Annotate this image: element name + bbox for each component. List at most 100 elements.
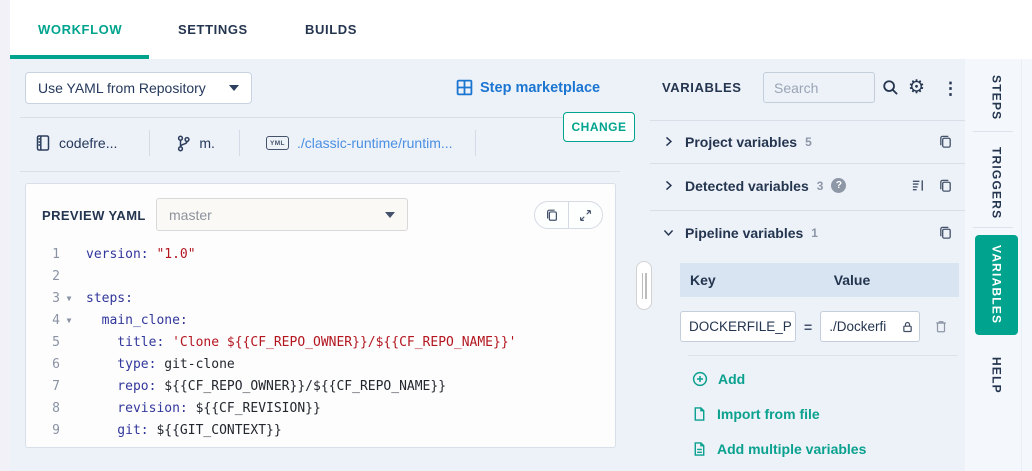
yaml-code-editor: 1version: "1.0" 2 3▼steps: 4▼ main_clone…	[26, 244, 615, 442]
fold-arrow-icon[interactable]	[60, 354, 78, 376]
lock-icon[interactable]	[901, 320, 914, 334]
yaml-source-dropdown[interactable]: Use YAML from Repository	[25, 72, 252, 104]
variable-row: =	[680, 311, 963, 342]
variable-value-input[interactable]	[821, 319, 901, 334]
copy-yaml-button[interactable]	[535, 202, 568, 228]
code-line: 4▼ main_clone:	[26, 310, 615, 332]
import-from-file-button[interactable]: Import from file	[692, 406, 820, 422]
code-key: git:	[86, 423, 149, 438]
code-line: 8 revision: ${{CF_REVISION}}	[26, 398, 615, 420]
separator	[239, 130, 240, 156]
panel-resize-handle[interactable]	[636, 261, 652, 310]
fold-arrow-icon[interactable]	[60, 376, 78, 398]
search-icon[interactable]	[882, 79, 899, 96]
fold-arrow-icon[interactable]: ▼	[60, 288, 78, 310]
add-variable-button[interactable]: Add	[692, 371, 745, 387]
code-line: 5 title: 'Clone ${{CF_REPO_OWNER}}/${{CF…	[26, 332, 615, 354]
variables-table-header: Key Value	[680, 263, 959, 297]
caret-down-icon	[229, 85, 239, 91]
branch-selector[interactable]: master	[156, 198, 408, 231]
side-tab-triggers[interactable]: TRIGGERS	[975, 145, 1018, 221]
copy-icon[interactable]	[938, 225, 953, 240]
expand-yaml-button[interactable]	[568, 202, 602, 228]
code-value: ${{CF_REPO_OWNER}}/${{CF_REPO_NAME}}	[156, 379, 446, 394]
value-column-header: Value	[834, 272, 871, 288]
section-label: Project variables	[685, 134, 797, 150]
divider	[1021, 59, 1022, 471]
line-number: 9	[26, 420, 60, 442]
code-key: steps:	[86, 291, 133, 306]
code-string: "1.0"	[149, 247, 196, 262]
help-icon[interactable]: ?	[831, 178, 846, 193]
repo-name[interactable]: codefre...	[59, 135, 117, 151]
gear-icon[interactable]: ⚙	[908, 78, 925, 97]
add-multiple-variables-button[interactable]: Add multiple variables	[692, 441, 866, 457]
separator	[149, 130, 150, 156]
variable-value-field[interactable]	[820, 311, 920, 342]
line-number: 4	[26, 310, 60, 332]
section-count: 3	[817, 179, 824, 193]
repo-info-bar: codefre... m. YML ./classic-runtime/runt…	[25, 124, 615, 162]
git-branch-icon	[176, 135, 191, 152]
marketplace-grid-icon	[456, 79, 473, 96]
branch-name[interactable]: m.	[199, 135, 215, 151]
step-marketplace-link[interactable]: Step marketplace	[456, 79, 600, 96]
active-tab-underline	[10, 55, 149, 59]
top-tab-bar: WORKFLOW SETTINGS BUILDS	[10, 0, 1032, 59]
line-number: 3	[26, 288, 60, 310]
yml-file-icon: YML	[266, 136, 289, 150]
code-line: 7 repo: ${{CF_REPO_OWNER}}/${{CF_REPO_NA…	[26, 376, 615, 398]
fold-arrow-icon[interactable]	[60, 266, 78, 288]
delete-variable-icon[interactable]	[934, 319, 948, 334]
caret-down-icon	[385, 212, 395, 218]
code-key: repo:	[86, 379, 156, 394]
variable-key-field[interactable]	[680, 311, 796, 342]
chevron-right-icon	[662, 179, 675, 192]
tab-workflow[interactable]: WORKFLOW	[38, 22, 122, 37]
side-tab-steps[interactable]: STEPS	[975, 67, 1018, 129]
equals-sign: =	[804, 319, 812, 335]
sort-format-icon[interactable]	[911, 178, 926, 193]
copy-icon[interactable]	[938, 178, 953, 193]
section-pipeline-variables[interactable]: Pipeline variables 1	[650, 211, 965, 254]
side-tab-variables[interactable]: VARIABLES	[975, 235, 1018, 335]
code-string: 'Clone ${{CF_REPO_OWNER}}/${{CF_REPO_NAM…	[164, 335, 516, 350]
variable-key-input[interactable]	[681, 319, 795, 334]
tab-settings[interactable]: SETTINGS	[178, 22, 248, 37]
kebab-menu-icon[interactable]: ⋮	[942, 80, 959, 97]
code-key: type:	[86, 357, 156, 372]
code-key: title:	[86, 335, 164, 350]
code-line: 6 type: git-clone	[26, 354, 615, 376]
code-value: git-clone	[156, 357, 234, 372]
copy-icon[interactable]	[938, 134, 953, 149]
line-number: 2	[26, 266, 60, 288]
line-number: 7	[26, 376, 60, 398]
tab-builds[interactable]: BUILDS	[305, 22, 357, 37]
fold-arrow-icon[interactable]	[60, 244, 78, 266]
code-value: ${{GIT_CONTEXT}}	[149, 423, 282, 438]
side-tab-strip: STEPS TRIGGERS VARIABLES HELP	[965, 59, 1032, 471]
divider	[20, 171, 620, 172]
side-tab-help[interactable]: HELP	[975, 351, 1018, 399]
code-line: 3▼ steps:	[26, 288, 615, 310]
code-key: main_clone:	[86, 313, 188, 328]
section-detected-variables[interactable]: Detected variables 3 ?	[650, 164, 965, 207]
fold-arrow-icon[interactable]	[60, 420, 78, 442]
variables-search[interactable]	[763, 72, 875, 103]
divider	[20, 117, 620, 118]
branch-selected: master	[169, 207, 212, 223]
section-count: 5	[805, 135, 812, 149]
change-button[interactable]: CHANGE	[563, 112, 635, 142]
action-label: Add	[718, 371, 745, 387]
preview-yaml-title: PREVIEW YAML	[42, 208, 146, 223]
code-line: 2	[26, 266, 615, 288]
fold-arrow-icon[interactable]	[60, 332, 78, 354]
yaml-path-link[interactable]: ./classic-runtime/runtim...	[297, 135, 453, 151]
search-input[interactable]	[764, 73, 874, 102]
line-number: 6	[26, 354, 60, 376]
section-project-variables[interactable]: Project variables 5	[650, 120, 965, 163]
fold-arrow-icon[interactable]: ▼	[60, 310, 78, 332]
variables-panel-title: VARIABLES	[662, 80, 742, 95]
fold-arrow-icon[interactable]	[60, 398, 78, 420]
marketplace-label: Step marketplace	[480, 80, 600, 96]
